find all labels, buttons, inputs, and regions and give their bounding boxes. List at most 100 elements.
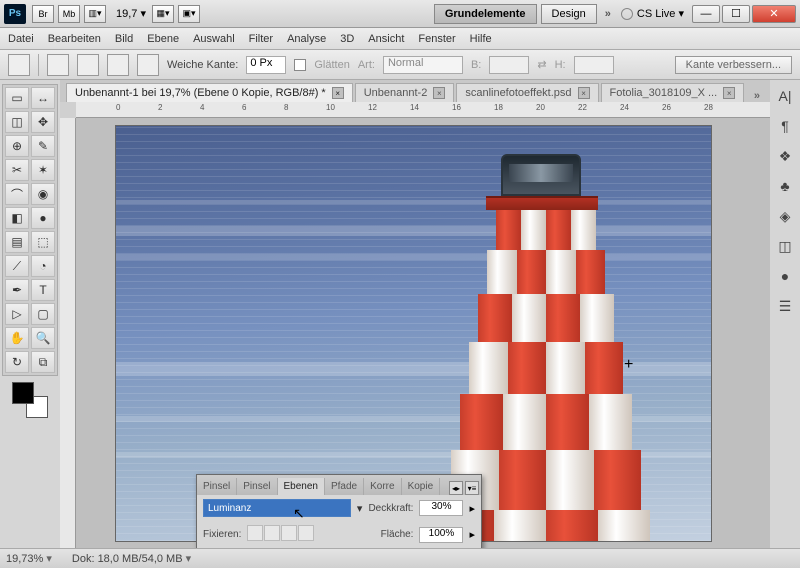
tool-9[interactable]: ◉	[31, 183, 55, 205]
right-icon-1[interactable]: ¶	[774, 116, 796, 136]
right-icon-4[interactable]: ◈	[774, 206, 796, 226]
sel-int-icon[interactable]	[137, 54, 159, 76]
tool-11[interactable]: ●	[31, 207, 55, 229]
tool-22[interactable]: ↻	[5, 351, 29, 373]
canvas[interactable]: + Pinsel Pinsel Ebenen Pfade Korre Kopie…	[76, 118, 770, 548]
tool-14[interactable]: ⟋	[5, 255, 29, 277]
foreground-color[interactable]	[12, 382, 34, 404]
bridge-button[interactable]: Br	[32, 5, 54, 23]
feather-input[interactable]: 0 Px	[246, 56, 286, 74]
menu-fenster[interactable]: Fenster	[418, 33, 455, 45]
tool-13[interactable]: ⬚	[31, 231, 55, 253]
tool-12[interactable]: ▤	[5, 231, 29, 253]
lock-buttons[interactable]	[247, 525, 315, 544]
doc-tab-1[interactable]: Unbenannt-1 bei 19,7% (Ebene 0 Kopie, RG…	[66, 83, 353, 102]
layers-panel[interactable]: Pinsel Pinsel Ebenen Pfade Korre Kopie ◂…	[196, 474, 482, 548]
tool-2[interactable]: ◫	[5, 111, 29, 133]
status-zoom[interactable]: 19,73%	[6, 552, 52, 565]
right-icon-0[interactable]: A|	[774, 86, 796, 106]
refine-edge-button[interactable]: Kante verbessern...	[675, 56, 792, 74]
blend-mode-dropdown[interactable]: Luminanz	[203, 499, 351, 517]
tool-16[interactable]: ✒	[5, 279, 29, 301]
workspace-design[interactable]: Design	[541, 4, 597, 24]
panel-tab-ebenen[interactable]: Ebenen	[278, 478, 325, 495]
zoom-level[interactable]: 19,7 ▾	[116, 7, 146, 20]
close-icon[interactable]: ×	[578, 87, 590, 99]
tool-6[interactable]: ✂	[5, 159, 29, 181]
dropdown-arrow-icon[interactable]: ▾	[357, 502, 363, 515]
sel-add-icon[interactable]	[77, 54, 99, 76]
menu-auswahl[interactable]: Auswahl	[193, 33, 235, 45]
sel-new-icon[interactable]	[47, 54, 69, 76]
status-docsize[interactable]: Dok: 18,0 MB/54,0 MB	[72, 552, 191, 565]
panel-menu-icon[interactable]: ▾≡	[465, 481, 479, 495]
menu-ebene[interactable]: Ebene	[147, 33, 179, 45]
tool-20[interactable]: ✋	[5, 327, 29, 349]
right-icon-7[interactable]: ☰	[774, 296, 796, 316]
color-swatches[interactable]	[12, 382, 48, 418]
panel-collapse-icon[interactable]: ◂▸	[449, 481, 463, 495]
sel-sub-icon[interactable]	[107, 54, 129, 76]
tool-18[interactable]: ▷	[5, 303, 29, 325]
menu-filter[interactable]: Filter	[249, 33, 273, 45]
screenmode-button[interactable]: ▣▾	[178, 5, 200, 23]
menu-bearbeiten[interactable]: Bearbeiten	[48, 33, 101, 45]
window-minimize[interactable]: —	[692, 5, 720, 23]
right-icon-3[interactable]: ♣	[774, 176, 796, 196]
tool-23[interactable]: ⧉	[31, 351, 55, 373]
close-icon[interactable]: ×	[332, 87, 344, 99]
tool-3[interactable]: ✥	[31, 111, 55, 133]
menu-datei[interactable]: Datei	[8, 33, 34, 45]
tool-8[interactable]: ⌒	[5, 183, 29, 205]
tool-7[interactable]: ✶	[31, 159, 55, 181]
tool-0[interactable]: ▭	[5, 87, 29, 109]
panel-tab-pfade[interactable]: Pfade	[325, 478, 364, 495]
fill-input[interactable]: 100%	[419, 527, 463, 543]
tool-21[interactable]: 🔍	[31, 327, 55, 349]
window-close[interactable]: ✕	[752, 5, 796, 23]
workspace-grundelemente[interactable]: Grundelemente	[434, 4, 537, 24]
menu-bild[interactable]: Bild	[115, 33, 133, 45]
arrange-button[interactable]: ▦▾	[152, 5, 174, 23]
right-icon-2[interactable]: ❖	[774, 146, 796, 166]
opacity-label: Deckkraft:	[368, 503, 413, 514]
ruler-mark: 6	[242, 103, 246, 112]
tabs-overflow[interactable]: »	[750, 90, 764, 102]
app-logo[interactable]: Ps	[4, 4, 26, 24]
opacity-slider-icon[interactable]: ▸	[469, 502, 475, 515]
window-maximize[interactable]: ☐	[722, 5, 750, 23]
antialias-checkbox[interactable]	[294, 59, 306, 71]
right-icon-6[interactable]: ●	[774, 266, 796, 286]
doc-tab-2[interactable]: Unbenannt-2×	[355, 83, 455, 102]
minibridge-button[interactable]: Mb	[58, 5, 80, 23]
doc-tab-4[interactable]: Fotolia_3018109_X ...×	[601, 83, 745, 102]
menu-3d[interactable]: 3D	[340, 33, 354, 45]
cs-live-button[interactable]: CS Live ▾	[621, 7, 684, 20]
close-icon[interactable]: ×	[433, 87, 445, 99]
tool-15[interactable]: ◔	[31, 255, 55, 277]
tool-1[interactable]: ↔	[31, 87, 55, 109]
tool-17[interactable]: T	[31, 279, 55, 301]
ruler-vertical[interactable]	[60, 118, 76, 548]
menu-analyse[interactable]: Analyse	[287, 33, 326, 45]
tool-19[interactable]: ▢	[31, 303, 55, 325]
panel-tab-kopie[interactable]: Kopie	[402, 478, 441, 495]
tool-5[interactable]: ✎	[31, 135, 55, 157]
workspace-more[interactable]: »	[601, 8, 615, 20]
tool-4[interactable]: ⊕	[5, 135, 29, 157]
ruler-horizontal[interactable]: 0246810121416182022242628	[76, 102, 770, 118]
menu-hilfe[interactable]: Hilfe	[470, 33, 492, 45]
doc-tab-3[interactable]: scanlinefotoeffekt.psd×	[456, 83, 598, 102]
close-icon[interactable]: ×	[723, 87, 735, 99]
view-extras-button[interactable]: ▥▾	[84, 5, 106, 23]
tool-10[interactable]: ◧	[5, 207, 29, 229]
opacity-input[interactable]: 30%	[419, 500, 463, 516]
tool-preset-icon[interactable]	[8, 54, 30, 76]
style-dropdown[interactable]: Normal	[383, 56, 463, 74]
menu-ansicht[interactable]: Ansicht	[368, 33, 404, 45]
fill-slider-icon[interactable]: ▸	[469, 528, 475, 541]
panel-tab-pinsel1[interactable]: Pinsel	[197, 478, 237, 495]
panel-tab-korre[interactable]: Korre	[364, 478, 401, 495]
right-icon-5[interactable]: ◫	[774, 236, 796, 256]
panel-tab-pinsel2[interactable]: Pinsel	[237, 478, 277, 495]
